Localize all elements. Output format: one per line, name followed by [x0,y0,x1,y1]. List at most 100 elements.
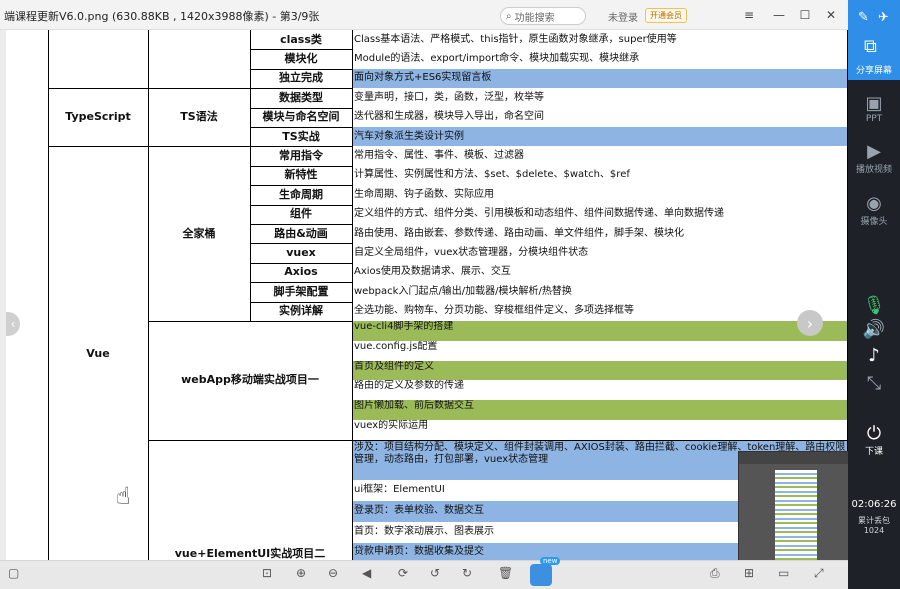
subtopic-cell: 独立完成 [279,71,323,85]
end-class-label: 下课 [864,447,883,457]
description-cell: 面向对象方式+ES6实现留言板 [352,68,848,89]
camera-icon: ◉ [866,193,882,214]
description-cell: 计算属性、实例属性和方法、$set、$delete、$watch、$ref [352,165,848,186]
undo-icon[interactable]: ↺ [430,566,440,580]
subtopic-cell: vuex [286,246,316,260]
delete-icon[interactable]: 🗑 [498,566,513,580]
share-screen-icon: ⧉ [864,36,877,57]
redo-icon[interactable]: ↻ [462,566,472,580]
screenshot-icon[interactable]: ⊞ [744,566,754,580]
subtopic-cell: TS实战 [282,129,320,143]
subtopic-cell: 数据类型 [279,90,323,104]
project1-item: vue.config.js配置 [352,340,848,361]
grid-line [148,439,848,441]
camera-button[interactable]: ◉ 摄像头 [848,193,900,228]
rotate-icon[interactable]: ⟳ [398,566,408,580]
packet-loss-label: 累计丢包 [858,516,890,525]
image-canvas: class类 Class基本语法、严格模式、this指针，原生函数对象继承，sup… [6,30,848,566]
description-cell: 自定义全局组件，vuex状态管理器，分模块组件状态 [352,243,848,263]
image-viewer-window: 端课程更新V6.0.png (630.88KB , 1420x3988像素) -… [0,0,848,589]
login-link[interactable]: 未登录 [608,9,638,24]
description-cell: 全选功能、购物车、分页功能、穿梭框组件定义、多项选择框等 [352,301,848,321]
topic-cell-project1: webApp移动端实战项目一 [181,373,319,387]
expand-icon[interactable]: ⤡ [848,374,900,394]
grid-line [48,146,250,148]
description-cell: webpack入门起点/输出/加载器/模块解析/热替换 [352,282,848,302]
topic-cell-project2: vue+ElementUI实战项目二 [174,546,326,560]
next-image-button[interactable]: › [797,310,823,336]
search-icon: ⌕ [506,10,512,22]
share-screen-label: 分享屏幕 [855,66,892,76]
fit-icon[interactable]: ⤢ [814,566,824,581]
description-cell: 迭代器和生成器，模块导入导出，命名空间 [352,107,848,127]
end-class-button[interactable]: ⏻ 下课 [848,424,900,458]
menu-icon[interactable]: ≡ [740,7,758,23]
subtopic-cell: 新特性 [284,168,318,182]
hand-cursor-icon: ☝ [116,482,131,510]
camera-label: 摄像头 [860,217,888,227]
subtopic-cell: Axios [284,265,318,279]
subtopic-cell: 实例详解 [279,304,323,318]
subtopic-cell: class类 [280,32,322,46]
project1-item: 首页及组件的定义 [352,360,848,381]
window-title: 端课程更新V6.0.png (630.88KB , 1420x3988像素) -… [4,10,320,23]
crop-icon[interactable]: ⊡ [262,566,272,580]
topic-cell-ts: TS语法 [180,110,218,124]
print-icon[interactable]: ⎙ [710,566,720,581]
grid-line [48,88,250,90]
subtopic-cell: 组件 [290,207,312,221]
fullscreen-icon[interactable]: ▭ [778,566,789,580]
description-cell: Module的语法、export/import命令、模块加载实现、模块继承 [352,49,848,69]
prev-icon[interactable]: ◀ [362,566,371,580]
speaker-icon[interactable]: 🔊 [848,320,900,340]
description-cell: Class基本语法、严格模式、this指针，原生函数对象继承，super使用等 [352,30,848,50]
search-input[interactable]: ⌕ 功能搜索 [500,7,586,25]
minimize-icon[interactable]: — [770,7,788,23]
maximize-icon[interactable]: ☐ [796,7,814,23]
play-video-button[interactable]: ▶ 播放视频 [848,141,900,176]
subtopic-cell: 模块化 [284,52,318,66]
grid-line [352,30,353,562]
preview-content [775,470,817,566]
vip-button[interactable]: 开通会员 [645,8,687,23]
zoom-in-icon[interactable]: ⊕ [296,566,306,580]
microphone-icon[interactable]: 🎙 [848,296,900,316]
search-placeholder: 功能搜索 [514,12,555,24]
description-cell: 路由使用、路由嵌套、参数传递、路由动画、单文件组件，脚手架、模块化 [352,224,848,244]
class-timer: 02:06:26 [851,499,897,510]
topic-cell-family: 全家桶 [182,226,216,240]
description-cell: 常用指令、属性、事件、模板、过滤器 [352,146,848,166]
close-icon[interactable]: ✕ [822,7,840,23]
grid-line [250,30,251,321]
zoom-out-icon[interactable]: ⊖ [328,566,338,580]
description-cell: 定义组件的方式、组件分类、引用模板和动态组件、组件间数据传递、单向数据传递 [352,204,848,224]
grid-line [148,30,149,562]
preview-titlebar [739,452,848,464]
play-video-icon: ▶ [867,141,881,162]
project1-item: vue-cli4脚手架的搭建 [352,321,848,341]
ppt-label: PPT [865,114,883,124]
bottom-toolbar: ▢ ⊡ ⊕ ⊖ ◀ ⟳ ↺ ↻ 🗑 new ⎙ ⊞ ▭ ⤢ [0,557,848,589]
new-badge: new [540,557,561,565]
subtopic-cell: 常用指令 [279,149,323,163]
screen-preview-thumbnail[interactable] [738,451,848,566]
ppt-icon: ▣ [865,93,883,114]
music-icon[interactable]: ♪ [848,346,900,366]
subtopic-cell: 模块与命名空间 [262,110,340,124]
description-cell: 变量声明，接口，类，函数，泛型，枚举等 [352,88,848,108]
description-cell: Axios使用及数据请求、展示、交互 [352,262,848,283]
grid-line [48,30,49,562]
extension-button[interactable] [530,564,552,586]
project1-item: vuex的实际运用 [352,420,848,440]
pen-icon[interactable]: ✎ [858,10,869,25]
send-icon[interactable]: ✈ [878,10,889,25]
description-cell: 生命周期、钩子函数、实际应用 [352,185,848,205]
previous-image-button[interactable]: ‹ [6,312,20,336]
ppt-button[interactable]: ▣ PPT [848,93,900,125]
project1-item: 图片懒加载、前后数据交互 [352,400,848,420]
subtopic-cell: 生命周期 [279,187,323,201]
subtopic-cell: 脚手架配置 [273,284,329,298]
thumbnail-icon[interactable]: ▢ [8,566,19,580]
project1-item: 路由的定义及参数的传递 [352,380,848,401]
live-class-panel: ✎ ✈ ⧉ 分享屏幕 ▣ PPT ▶ 播放视频 ◉ 摄像头 🎙 🔊 ♪ ⤡ ⏻ … [848,0,900,589]
